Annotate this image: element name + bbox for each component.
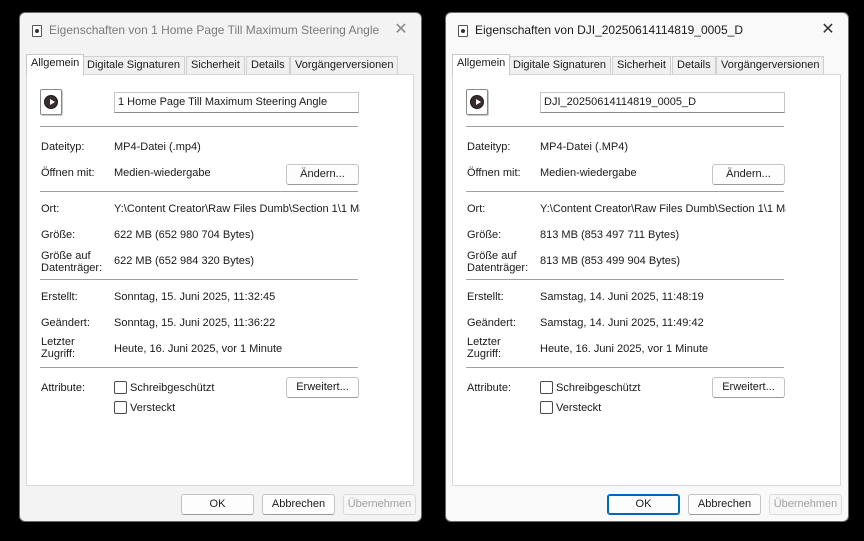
divider <box>466 191 784 192</box>
modified-value: Samstag, 14. Juni 2025, 11:49:42 <box>540 317 704 329</box>
tab-general[interactable]: Allgemein <box>452 54 511 75</box>
close-button[interactable]: ✕ <box>814 19 842 43</box>
change-button[interactable]: Ändern... <box>286 164 359 185</box>
type-label: Dateityp: <box>41 141 85 153</box>
opens-with-label: Öffnen mit: <box>467 167 521 179</box>
location-value: Y:\Content Creator\Raw Files Dumb\Sectio… <box>114 203 360 215</box>
attributes-label: Attribute: <box>467 382 512 394</box>
modified-label: Geändert: <box>467 317 516 329</box>
divider <box>40 191 358 192</box>
size-label: Größe: <box>41 229 76 241</box>
hidden-label: Versteckt <box>130 402 176 414</box>
modified-label: Geändert: <box>41 317 90 329</box>
close-button[interactable]: ✕ <box>387 19 415 43</box>
accessed-value: Heute, 16. Juni 2025, vor 1 Minute <box>540 343 709 355</box>
modified-value: Sonntag, 15. Juni 2025, 11:36:22 <box>114 317 276 329</box>
location-label: Ort: <box>41 203 60 215</box>
divider <box>466 126 784 127</box>
properties-dialog-1: Eigenschaften von 1 Home Page Till Maxim… <box>19 12 422 522</box>
size-on-disk-value: 813 MB (853 499 904 Bytes) <box>540 255 681 267</box>
opens-with-value: Medien-wiedergabe <box>540 167 637 179</box>
title-bar[interactable]: Eigenschaften von DJI_20250614114819_000… <box>446 13 848 49</box>
readonly-checkbox[interactable] <box>540 381 553 394</box>
video-file-icon <box>458 25 468 37</box>
size-on-disk-label-line2: Datenträger: <box>41 262 103 274</box>
properties-dialog-2: Eigenschaften von DJI_20250614114819_000… <box>445 12 849 522</box>
tab-previous-versions[interactable]: Vorgängerversionen <box>290 56 399 74</box>
advanced-button[interactable]: Erweitert... <box>712 377 785 398</box>
accessed-value: Heute, 16. Juni 2025, vor 1 Minute <box>114 343 283 355</box>
tab-digital-signatures[interactable]: Digitale Signaturen <box>508 56 611 74</box>
size-value: 622 MB (652 980 704 Bytes) <box>114 229 255 241</box>
video-file-icon <box>466 89 488 115</box>
hidden-checkbox[interactable] <box>540 401 553 414</box>
window-title: Eigenschaften von DJI_20250614114819_000… <box>475 23 743 37</box>
size-label: Größe: <box>467 229 502 241</box>
size-value: 813 MB (853 497 711 Bytes) <box>540 229 680 241</box>
divider <box>40 126 358 127</box>
ok-button[interactable]: OK <box>181 494 254 515</box>
cancel-button[interactable]: Abbrechen <box>262 494 335 515</box>
location-label: Ort: <box>467 203 486 215</box>
location-value: Y:\Content Creator\Raw Files Dumb\Sectio… <box>540 203 786 215</box>
opens-with-value: Medien-wiedergabe <box>114 167 211 179</box>
type-label: Dateityp: <box>467 141 511 153</box>
tab-general[interactable]: Allgemein <box>26 54 85 75</box>
title-bar[interactable]: Eigenschaften von 1 Home Page Till Maxim… <box>20 13 421 49</box>
video-file-icon <box>32 25 42 37</box>
tab-previous-versions[interactable]: Vorgängerversionen <box>716 56 825 74</box>
created-value: Sonntag, 15. Juni 2025, 11:32:45 <box>114 291 276 303</box>
change-button[interactable]: Ändern... <box>712 164 785 185</box>
size-on-disk-label-line1: Größe auf <box>41 250 91 262</box>
divider <box>466 367 784 368</box>
size-on-disk-value: 622 MB (652 984 320 Bytes) <box>114 255 255 267</box>
hidden-label: Versteckt <box>556 402 602 414</box>
cancel-button[interactable]: Abbrechen <box>688 494 761 515</box>
attributes-label: Attribute: <box>41 382 86 394</box>
readonly-label: Schreibgeschützt <box>130 382 215 394</box>
general-panel <box>26 74 414 486</box>
tab-details[interactable]: Details <box>672 56 716 74</box>
opens-with-label: Öffnen mit: <box>41 167 95 179</box>
accessed-label-line2: Zugriff: <box>41 348 76 360</box>
created-label: Erstellt: <box>41 291 78 303</box>
divider <box>40 279 358 280</box>
divider <box>466 279 784 280</box>
window-title: Eigenschaften von 1 Home Page Till Maxim… <box>49 23 380 37</box>
divider <box>40 367 358 368</box>
tab-digital-signatures[interactable]: Digitale Signaturen <box>82 56 185 74</box>
tab-security[interactable]: Sicherheit <box>186 56 245 74</box>
size-on-disk-label-line1: Größe auf <box>467 250 517 262</box>
created-label: Erstellt: <box>467 291 504 303</box>
ok-button[interactable]: OK <box>607 494 680 515</box>
type-value: MP4-Datei (.mp4) <box>114 141 201 153</box>
type-value: MP4-Datei (.MP4) <box>540 141 629 153</box>
tab-details[interactable]: Details <box>246 56 290 74</box>
accessed-label-line1: Letzter <box>41 336 75 348</box>
filename-input[interactable]: 1 Home Page Till Maximum Steering Angle <box>114 92 359 113</box>
general-panel <box>452 74 841 486</box>
video-file-icon <box>40 89 62 115</box>
tab-security[interactable]: Sicherheit <box>612 56 671 74</box>
accessed-label-line2: Zugriff: <box>467 348 502 360</box>
advanced-button[interactable]: Erweitert... <box>286 377 359 398</box>
filename-input[interactable]: DJI_20250614114819_0005_D <box>540 92 785 113</box>
hidden-checkbox[interactable] <box>114 401 127 414</box>
size-on-disk-label-line2: Datenträger: <box>467 262 529 274</box>
created-value: Samstag, 14. Juni 2025, 11:48:19 <box>540 291 704 303</box>
apply-button[interactable]: Übernehmen <box>769 494 842 515</box>
apply-button[interactable]: Übernehmen <box>343 494 416 515</box>
readonly-checkbox[interactable] <box>114 381 127 394</box>
readonly-label: Schreibgeschützt <box>556 382 641 394</box>
accessed-label-line1: Letzter <box>467 336 501 348</box>
